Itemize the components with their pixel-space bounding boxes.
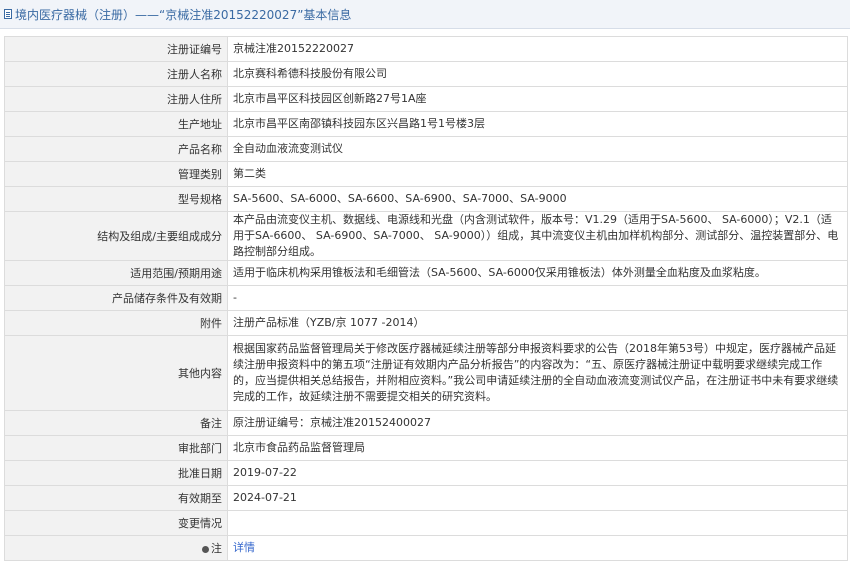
pin-icon [202, 545, 209, 553]
field-value: 北京市食品药品监督管理局 [227, 435, 848, 461]
table-row: 其他内容 根据国家药品监督管理局关于修改医疗器械延续注册等部分申报资料要求的公告… [4, 335, 848, 411]
info-table: 注册证编号 京械注准20152220027 注册人名称 北京赛科希德科技股份有限… [4, 36, 848, 561]
field-value: 适用于临床机构采用锥板法和毛细管法（SA-5600、SA-6000仅采用锥板法）… [227, 260, 848, 286]
field-value: 第二类 [227, 161, 848, 187]
field-label: 变更情况 [4, 510, 228, 536]
table-row-note: 注 详情 [4, 535, 848, 561]
field-value: 2019-07-22 [227, 460, 848, 486]
table-row: 变更情况 [4, 510, 848, 536]
field-value: 2024-07-21 [227, 485, 848, 511]
field-label: 产品储存条件及有效期 [4, 285, 228, 311]
field-value: 全自动血液流变测试仪 [227, 136, 848, 162]
field-label: 注册人住所 [4, 86, 228, 112]
table-row: 附件 注册产品标准（YZB/京 1077 -2014） [4, 310, 848, 336]
page-title: 境内医疗器械（注册）——“京械注准20152220027”基本信息 [15, 7, 352, 22]
field-label: 结构及组成/主要组成成分 [4, 211, 228, 261]
field-value: 原注册证编号：京械注准20152400027 [227, 410, 848, 436]
note-label-cell: 注 [4, 535, 228, 561]
field-label: 注册证编号 [4, 36, 228, 62]
field-label: 生产地址 [4, 111, 228, 137]
table-row: 有效期至 2024-07-21 [4, 485, 848, 511]
table-row: 适用范围/预期用途 适用于临床机构采用锥板法和毛细管法（SA-5600、SA-6… [4, 260, 848, 286]
field-value: 北京市昌平区南邵镇科技园东区兴昌路1号1号楼3层 [227, 111, 848, 137]
field-label: 审批部门 [4, 435, 228, 461]
table-row: 管理类别 第二类 [4, 161, 848, 187]
field-label: 批准日期 [4, 460, 228, 486]
table-row: 备注 原注册证编号：京械注准20152400027 [4, 410, 848, 436]
field-label: 注册人名称 [4, 61, 228, 87]
table-row: 注册证编号 京械注准20152220027 [4, 36, 848, 62]
field-value: 京械注准20152220027 [227, 36, 848, 62]
field-value: 根据国家药品监督管理局关于修改医疗器械延续注册等部分申报资料要求的公告（2018… [227, 335, 848, 411]
table-row: 型号规格 SA-5600、SA-6000、SA-6600、SA-6900、SA-… [4, 186, 848, 212]
table-row: 生产地址 北京市昌平区南邵镇科技园东区兴昌路1号1号楼3层 [4, 111, 848, 137]
field-label: 附件 [4, 310, 228, 336]
field-label: 备注 [4, 410, 228, 436]
field-label: 产品名称 [4, 136, 228, 162]
field-value: 北京赛科希德科技股份有限公司 [227, 61, 848, 87]
table-row: 注册人名称 北京赛科希德科技股份有限公司 [4, 61, 848, 87]
details-link[interactable]: 详情 [233, 541, 255, 554]
field-label: 型号规格 [4, 186, 228, 212]
page-header: 境内医疗器械（注册）——“京械注准20152220027”基本信息 [0, 0, 850, 29]
table-row: 审批部门 北京市食品药品监督管理局 [4, 435, 848, 461]
field-value [227, 510, 848, 536]
field-value: SA-5600、SA-6000、SA-6600、SA-6900、SA-7000、… [227, 186, 848, 212]
document-icon [4, 9, 12, 19]
table-row: 批准日期 2019-07-22 [4, 460, 848, 486]
field-value: 本产品由流变仪主机、数据线、电源线和光盘（内含测试软件，版本号：V1.29（适用… [227, 211, 848, 261]
table-row: 产品名称 全自动血液流变测试仪 [4, 136, 848, 162]
field-label: 其他内容 [4, 335, 228, 411]
field-label: 有效期至 [4, 485, 228, 511]
field-value: 注册产品标准（YZB/京 1077 -2014） [227, 310, 848, 336]
note-value-cell: 详情 [227, 535, 848, 561]
field-value: 北京市昌平区科技园区创新路27号1A座 [227, 86, 848, 112]
field-label: 管理类别 [4, 161, 228, 187]
field-value: - [227, 285, 848, 311]
field-label: 适用范围/预期用途 [4, 260, 228, 286]
table-row: 结构及组成/主要组成成分 本产品由流变仪主机、数据线、电源线和光盘（内含测试软件… [4, 211, 848, 261]
table-row: 注册人住所 北京市昌平区科技园区创新路27号1A座 [4, 86, 848, 112]
table-row: 产品储存条件及有效期 - [4, 285, 848, 311]
note-label: 注 [211, 542, 222, 555]
